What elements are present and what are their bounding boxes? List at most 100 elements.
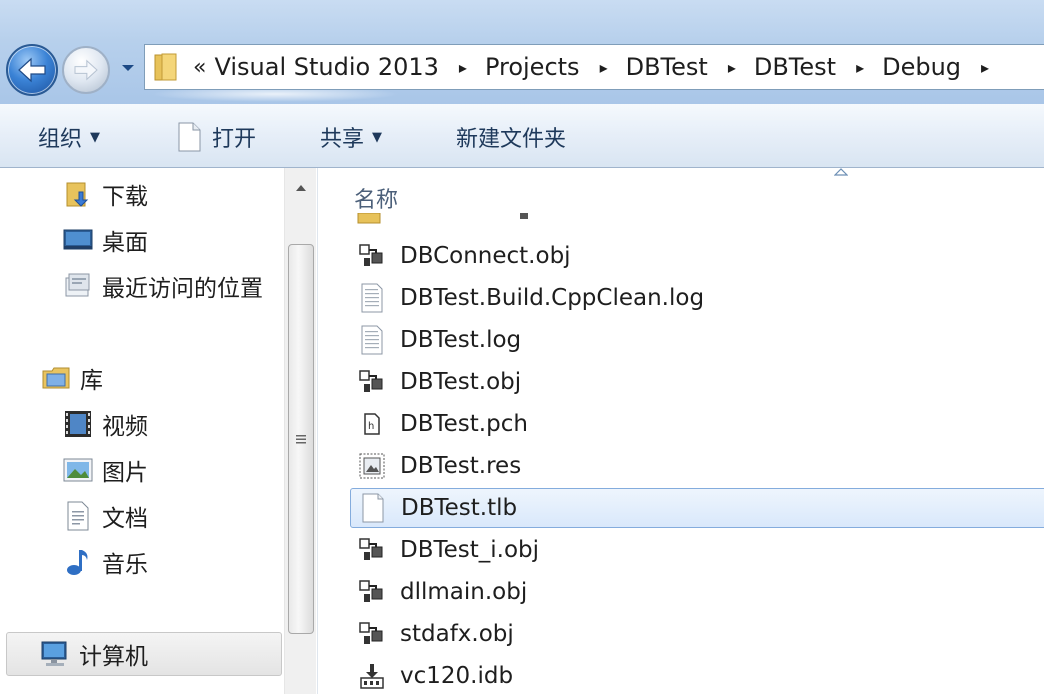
breadcrumb-separator[interactable]: ▸ [981, 58, 989, 77]
chevron-down-icon: ▼ [90, 129, 101, 145]
chevron-down-icon [122, 65, 134, 71]
obj-file-icon [356, 240, 388, 272]
scrollbar-thumb[interactable] [288, 244, 314, 634]
new-folder-label: 新建文件夹 [456, 127, 567, 152]
file-name: DBTest.log [400, 327, 522, 353]
new-folder-button[interactable]: 新建文件夹 [456, 122, 566, 152]
nav-item-computer[interactable]: 计算机 [6, 632, 282, 676]
obj-file-icon [356, 576, 388, 608]
forward-button[interactable] [62, 46, 110, 94]
breadcrumb-overflow-button[interactable]: « [193, 55, 206, 80]
nav-item-label: 图片 [102, 460, 148, 486]
navigation-scrollbar[interactable] [284, 168, 316, 694]
nav-item-recent-places[interactable]: 最近访问的位置 [62, 266, 263, 306]
scroll-up-button[interactable] [285, 174, 317, 202]
column-header-name[interactable]: 名称 [354, 182, 398, 214]
breadcrumb-projects[interactable]: Projects ▸ [485, 53, 626, 81]
nav-item-label: 桌面 [102, 230, 148, 256]
share-button[interactable]: 共享 ▼ [320, 122, 382, 152]
file-row[interactable]: vc120.idb [350, 656, 1044, 694]
sort-ascending-icon [834, 168, 848, 176]
file-name: DBTest.res [400, 453, 522, 479]
nav-item-libraries[interactable]: 库 [40, 358, 103, 398]
file-row-selected[interactable]: DBTest.tlb [350, 488, 1044, 528]
file-name: DBTest.Build.CppClean.log [400, 285, 705, 311]
file-row[interactable]: DBTest.log [350, 320, 1044, 360]
file-row[interactable]: DBTest.res [350, 446, 1044, 486]
open-label: 打开 [212, 127, 257, 152]
obj-file-icon [356, 534, 388, 566]
obj-file-icon [356, 618, 388, 650]
address-bar[interactable]: « Visual Studio 2013 ▸ Projects ▸ DBTest… [144, 44, 1044, 90]
obj-file-icon [356, 366, 388, 398]
nav-item-downloads[interactable]: 下载 [62, 174, 148, 214]
nav-item-videos[interactable]: 视频 [62, 404, 148, 444]
file-name: DBTest_i.obj [400, 537, 540, 563]
chevron-up-icon [296, 185, 306, 191]
navigation-pane: 下载 桌面 最近访问的位置 库 视频 图片 文档 音乐 计算机 [0, 168, 318, 694]
file-row[interactable]: DBTest.obj [350, 362, 1044, 402]
videos-icon [62, 408, 94, 440]
breadcrumb-separator[interactable]: ▸ [600, 58, 608, 77]
nav-item-label: 视频 [102, 414, 148, 440]
breadcrumb-label: Visual Studio 2013 [214, 53, 439, 81]
breadcrumb-label: Debug [882, 53, 962, 81]
blank-file-icon [357, 492, 389, 524]
title-bar: « Visual Studio 2013 ▸ Projects ▸ DBTest… [0, 0, 1044, 104]
share-label: 共享 [320, 127, 365, 152]
breadcrumb-separator[interactable]: ▸ [856, 58, 864, 77]
computer-icon [39, 638, 71, 670]
partial-hidden-row [356, 212, 556, 226]
organize-button[interactable]: 组织 ▼ [38, 122, 100, 152]
breadcrumb-separator[interactable]: ▸ [728, 58, 736, 77]
folder-icon [145, 45, 189, 89]
breadcrumb-separator[interactable]: ▸ [459, 58, 467, 77]
nav-item-label: 音乐 [102, 552, 148, 578]
documents-icon [62, 500, 94, 532]
file-list-pane: 名称 DBConnect.obj DBTest.Build.CppClean.l… [320, 168, 1044, 694]
breadcrumb-label: DBTest [753, 53, 837, 81]
document-icon [178, 122, 201, 152]
file-row[interactable]: dllmain.obj [350, 572, 1044, 612]
nav-item-label: 最近访问的位置 [102, 276, 263, 302]
recent-pages-button[interactable] [116, 56, 140, 80]
pch-file-icon: h [356, 408, 388, 440]
file-name: DBConnect.obj [400, 243, 571, 269]
nav-item-label: 库 [80, 368, 103, 394]
nav-item-music[interactable]: 音乐 [62, 542, 148, 582]
downloads-folder-icon [62, 178, 94, 210]
file-row[interactable]: stdafx.obj [350, 614, 1044, 654]
nav-item-label: 文档 [102, 506, 148, 532]
open-button[interactable]: 打开 [176, 122, 256, 152]
forward-arrow-icon [74, 59, 98, 81]
desktop-icon [62, 224, 94, 256]
file-row[interactable]: DBConnect.obj [350, 236, 1044, 276]
nav-item-documents[interactable]: 文档 [62, 496, 148, 536]
chevron-down-icon: ▼ [372, 129, 383, 145]
breadcrumb-visual-studio[interactable]: Visual Studio 2013 ▸ [214, 53, 484, 81]
svg-text:h: h [368, 421, 374, 432]
text-file-icon [356, 324, 388, 356]
res-file-icon [356, 450, 388, 482]
breadcrumb-debug[interactable]: Debug ▸ [882, 53, 1007, 81]
organize-label: 组织 [38, 127, 83, 152]
recent-places-icon [62, 270, 94, 302]
pictures-icon [62, 454, 94, 486]
breadcrumb-label: DBTest [625, 53, 708, 81]
file-name: dllmain.obj [400, 579, 528, 605]
music-icon [62, 546, 94, 578]
idb-file-icon [356, 660, 388, 692]
breadcrumb-dbtest-solution[interactable]: DBTest ▸ [626, 53, 754, 81]
nav-item-desktop[interactable]: 桌面 [62, 220, 148, 260]
file-row[interactable]: h DBTest.pch [350, 404, 1044, 444]
file-name: DBTest.pch [400, 411, 528, 437]
file-row[interactable]: DBTest_i.obj [350, 530, 1044, 570]
nav-item-label: 下载 [102, 184, 148, 210]
breadcrumb-label: Projects [484, 53, 580, 81]
file-name: stdafx.obj [400, 621, 514, 647]
breadcrumb-dbtest-project[interactable]: DBTest ▸ [754, 53, 882, 81]
back-button[interactable] [6, 44, 58, 96]
nav-item-pictures[interactable]: 图片 [62, 450, 148, 490]
back-arrow-icon [18, 57, 46, 83]
file-row[interactable]: DBTest.Build.CppClean.log [350, 278, 1044, 318]
